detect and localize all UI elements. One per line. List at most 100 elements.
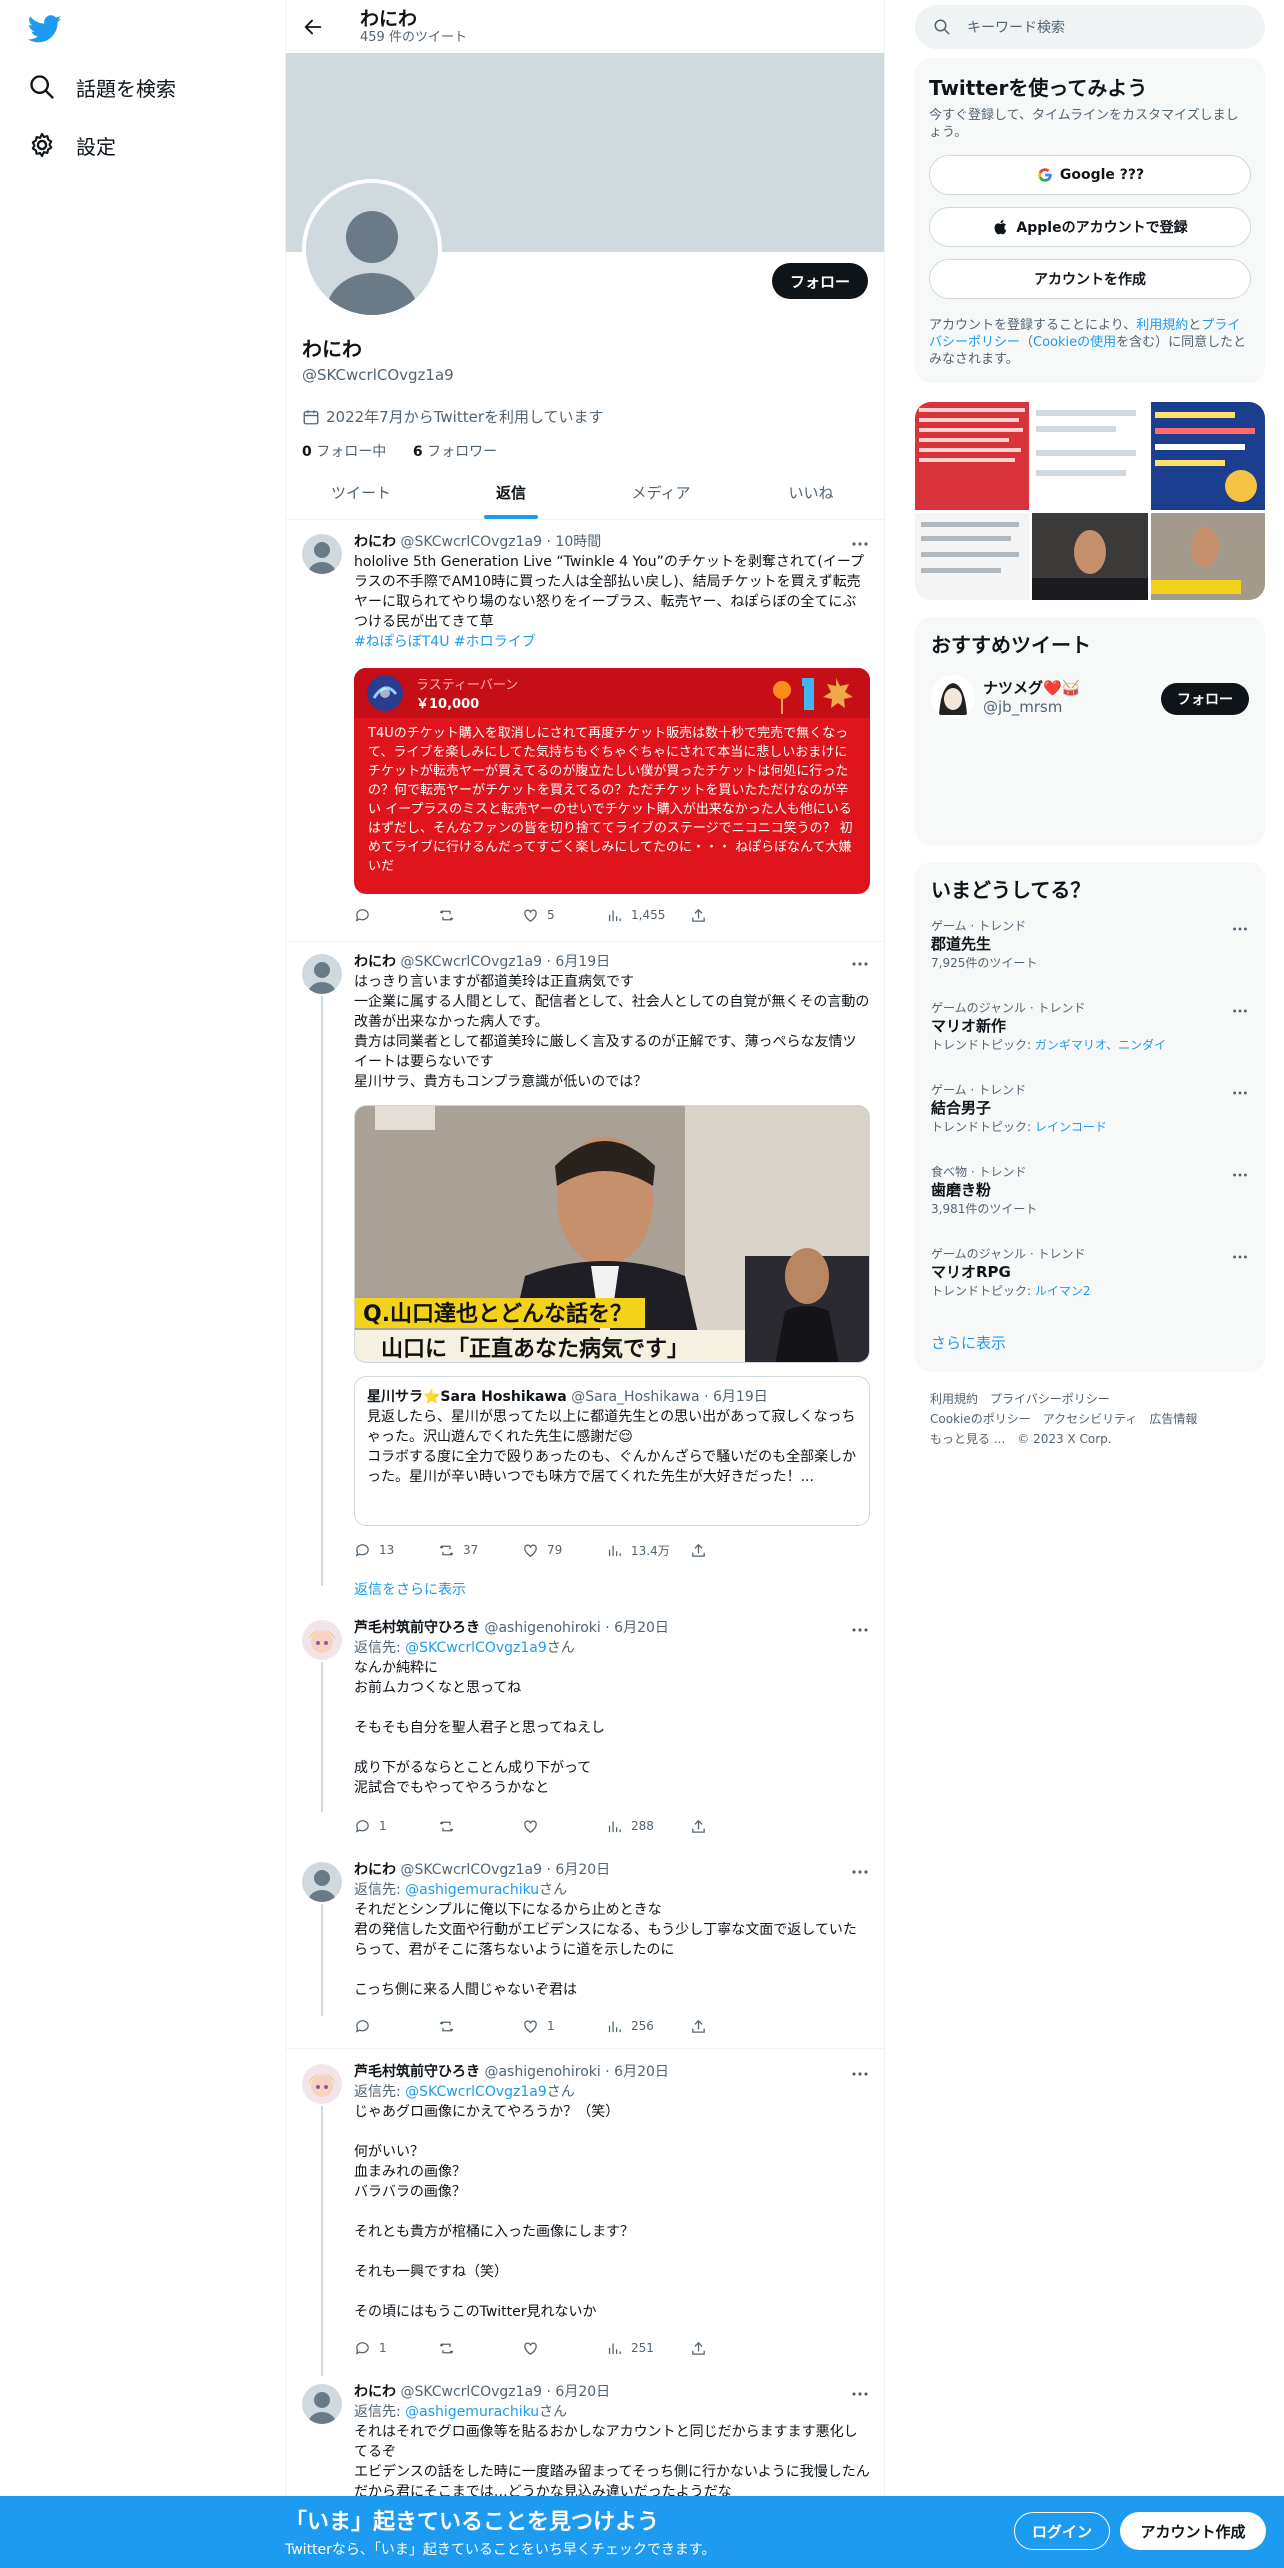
share-button[interactable] xyxy=(690,2338,774,2358)
share-button[interactable] xyxy=(690,905,774,925)
more-icon[interactable] xyxy=(1231,1002,1249,1020)
retweet-button[interactable] xyxy=(438,2338,522,2358)
retweet-button[interactable]: 37 xyxy=(438,1540,522,1560)
tab-likes[interactable]: いいね xyxy=(736,466,884,519)
retweet-button[interactable] xyxy=(438,2016,522,2036)
tweet[interactable]: わにわ @SKCwcrlCOvgz1a9 · 6月20日 返信先: @ashig… xyxy=(286,2372,884,2500)
tweet-time[interactable]: 10時間 xyxy=(555,534,601,550)
views-button[interactable]: 13.4万 xyxy=(606,1540,690,1560)
reply-to-handle[interactable]: @ashigemurachiku xyxy=(405,2404,539,2420)
trend-sub-link[interactable]: レインコード xyxy=(1035,1120,1107,1134)
reply-to-handle[interactable]: @SKCwcrlCOvgz1a9 xyxy=(405,1640,547,1656)
recommended-user-avatar[interactable] xyxy=(931,675,975,719)
avatar[interactable] xyxy=(302,1620,342,1660)
tweet-author-handle[interactable]: @SKCwcrlCOvgz1a9 xyxy=(400,534,542,550)
follow-button[interactable]: フォロー xyxy=(771,263,868,299)
cookie-link[interactable]: Cookieの使用 xyxy=(1033,335,1116,350)
reply-button[interactable]: 1 xyxy=(354,1816,438,1836)
footer-link[interactable]: 広告情報 xyxy=(1149,1412,1197,1426)
footer-more-link[interactable]: もっと見る ... xyxy=(930,1432,1005,1446)
nav-explore[interactable]: 話題を検索 xyxy=(28,67,176,107)
views-button[interactable]: 251 xyxy=(606,2338,690,2358)
share-button[interactable] xyxy=(690,1540,774,1560)
footer-link[interactable]: Cookieのポリシー xyxy=(930,1412,1031,1426)
tweet-photo[interactable]: Q.山口達也とどんな話を？ 山口に「正直あなた病気です」 xyxy=(354,1105,870,1363)
like-button[interactable] xyxy=(522,2338,606,2358)
tweet[interactable]: 芦毛村筑前守ひろき @ashigenohiroki · 6月20日 返信先: @… xyxy=(286,2052,884,2372)
reply-button[interactable]: 13 xyxy=(354,1540,438,1560)
share-button[interactable] xyxy=(690,2016,774,2036)
tweet-author-name[interactable]: わにわ xyxy=(354,1862,396,1878)
tweet-time[interactable]: 6月20日 xyxy=(555,2384,610,2400)
trend-item[interactable]: ゲーム · トレンド 結合男子 トレンドトピック: レインコード xyxy=(931,1082,1249,1136)
more-icon[interactable] xyxy=(850,1620,870,1640)
trend-item[interactable]: ゲームのジャンル · トレンド マリオ新作 トレンドトピック: ガンギマリオ、ニ… xyxy=(931,1000,1249,1054)
views-button[interactable]: 256 xyxy=(606,2016,690,2036)
more-icon[interactable] xyxy=(850,2064,870,2084)
tweet-author-handle[interactable]: @SKCwcrlCOvgz1a9 xyxy=(400,1862,542,1878)
tweet-author-handle[interactable]: @ashigenohiroki xyxy=(484,2064,600,2080)
footer-link[interactable]: プライバシーポリシー xyxy=(990,1392,1110,1406)
avatar[interactable] xyxy=(302,2064,342,2104)
like-button[interactable]: 79 xyxy=(522,1540,606,1560)
tweet-time[interactable]: 6月20日 xyxy=(555,1862,610,1878)
tweet-time[interactable]: 6月20日 xyxy=(614,1620,669,1636)
avatar[interactable] xyxy=(302,1862,342,1902)
followers-link[interactable]: 6 フォロワー xyxy=(413,444,497,460)
login-button[interactable]: ログイン xyxy=(1014,2512,1110,2550)
profile-media-grid[interactable] xyxy=(915,402,1265,600)
create-account-button[interactable]: アカウントを作成 xyxy=(929,259,1251,299)
tweet-author-name[interactable]: わにわ xyxy=(354,534,396,550)
footer-link[interactable]: 利用規約 xyxy=(930,1392,978,1406)
recommended-follow-button[interactable]: フォロー xyxy=(1161,683,1249,715)
search-box[interactable]: キーワード検索 xyxy=(915,5,1265,49)
like-button[interactable]: 5 xyxy=(522,905,606,925)
tab-tweets[interactable]: ツイート xyxy=(286,466,436,519)
more-icon[interactable] xyxy=(850,534,870,554)
signup-button[interactable]: アカウント作成 xyxy=(1120,2512,1266,2550)
trend-item[interactable]: 食べ物 · トレンド 歯磨き粉 3,981件のツイート xyxy=(931,1164,1249,1218)
more-icon[interactable] xyxy=(850,2384,870,2404)
tweet-author-name[interactable]: 芦毛村筑前守ひろき xyxy=(354,1620,480,1636)
more-icon[interactable] xyxy=(1231,1084,1249,1102)
avatar[interactable] xyxy=(302,534,342,574)
tweet-author-name[interactable]: わにわ xyxy=(354,2384,396,2400)
views-button[interactable]: 1,455 xyxy=(606,905,690,925)
retweet-button[interactable] xyxy=(438,1816,522,1836)
share-button[interactable] xyxy=(690,1816,774,1836)
reply-button[interactable] xyxy=(354,905,438,925)
avatar[interactable] xyxy=(302,2384,342,2424)
back-arrow-icon[interactable] xyxy=(302,16,324,38)
tweet-author-name[interactable]: 芦毛村筑前守ひろき xyxy=(354,2064,480,2080)
more-icon[interactable] xyxy=(850,954,870,974)
tweet-time[interactable]: 6月20日 xyxy=(614,2064,669,2080)
tweet-author-handle[interactable]: @SKCwcrlCOvgz1a9 xyxy=(400,954,542,970)
reply-button[interactable]: 1 xyxy=(354,2338,438,2358)
trend-sub-link[interactable]: ガンギマリオ、ニンダイ xyxy=(1035,1038,1166,1052)
views-button[interactable]: 288 xyxy=(606,1816,690,1836)
like-button[interactable] xyxy=(522,1816,606,1836)
more-icon[interactable] xyxy=(1231,1248,1249,1266)
terms-link[interactable]: 利用規約 xyxy=(1136,318,1188,333)
profile-avatar[interactable] xyxy=(302,179,442,319)
like-button[interactable]: 1 xyxy=(522,2016,606,2036)
trend-sub-link[interactable]: ルイマン2 xyxy=(1035,1284,1091,1298)
following-link[interactable]: 0 フォロー中 xyxy=(302,444,386,460)
avatar[interactable] xyxy=(302,954,342,994)
more-icon[interactable] xyxy=(1231,1166,1249,1184)
apple-signup-button[interactable]: Appleのアカウントで登録 xyxy=(929,207,1251,247)
tab-media[interactable]: メディア xyxy=(586,466,736,519)
tweet-hashtags[interactable]: #ねぽらぼT4U #ホロライブ xyxy=(354,632,870,652)
reply-button[interactable] xyxy=(354,2016,438,2036)
twitter-bird-icon[interactable] xyxy=(28,12,62,46)
tweet-author-handle[interactable]: @ashigenohiroki xyxy=(484,1620,600,1636)
trends-show-more[interactable]: さらに表示 xyxy=(931,1332,1006,1353)
show-more-replies-link[interactable]: 返信をさらに表示 xyxy=(354,1579,466,1599)
tweet-time[interactable]: 6月19日 xyxy=(555,954,610,970)
reply-to-handle[interactable]: @SKCwcrlCOvgz1a9 xyxy=(405,2084,547,2100)
tweet-author-name[interactable]: わにわ xyxy=(354,954,396,970)
recommended-user-info[interactable]: ナツメグ❤️🥁 @jb_mrsm xyxy=(983,677,1080,716)
nav-settings[interactable]: 設定 xyxy=(28,125,116,165)
google-signup-button[interactable]: Google ??? xyxy=(929,155,1251,195)
trend-item[interactable]: ゲーム · トレンド 郡道先生 7,925件のツイート xyxy=(931,918,1249,972)
